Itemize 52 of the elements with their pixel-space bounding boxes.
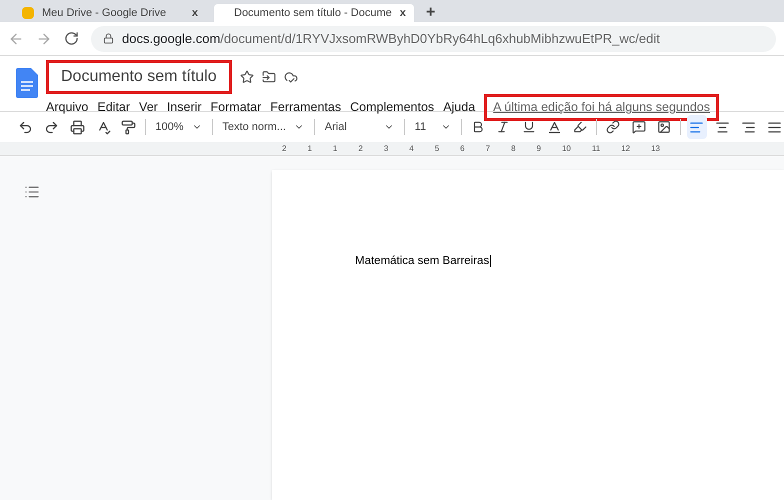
document-title[interactable]: Documento sem título — [46, 60, 232, 94]
ruler-number: 1 — [307, 142, 312, 154]
zoom-dropdown[interactable]: 100% — [151, 118, 206, 136]
align-icon — [689, 120, 704, 134]
address-bar[interactable]: docs.google.com/document/d/1RYVJxsomRWByhD0YbRy64hLq6xhubMibhzwuEtPR_wc/edit — [91, 26, 776, 52]
url-text: docs.google.com/document/d/1RYVJxsomRWByhD0YbRy64hLq6xhubMibhzwuEtPR_wc/edit — [122, 30, 660, 48]
lock-icon — [103, 33, 114, 44]
star-icon[interactable] — [240, 70, 254, 84]
ruler-number: 2 — [282, 142, 286, 154]
menu-item[interactable]: Inserir — [166, 98, 202, 117]
menu-item[interactable]: Ajuda — [443, 98, 476, 117]
font-size-dropdown[interactable]: 11 — [410, 118, 455, 136]
menu-item[interactable]: Ferramentas — [270, 98, 342, 117]
ruler-number: 6 — [460, 142, 465, 154]
ruler-number: 13 — [651, 142, 660, 154]
tab-close-button[interactable]: x — [400, 4, 406, 22]
ruler-number: 5 — [434, 142, 440, 154]
ruler-number: 3 — [384, 142, 388, 154]
last-edit-link[interactable]: A última edição foi há alguns segundos — [484, 94, 719, 121]
ruler-number: 10 — [562, 142, 571, 154]
ruler-number: 2 — [358, 142, 363, 154]
tab-title: Meu Drive - Google Drive — [42, 6, 168, 21]
docs-logo-icon[interactable] — [16, 68, 38, 98]
menu-item[interactable]: Arquivo — [46, 98, 88, 117]
document-text: Matemática sem Barreiras — [355, 255, 492, 267]
cloud-icon[interactable] — [284, 70, 298, 84]
align-icon — [740, 120, 756, 134]
document-page[interactable]: Matemática sem Barreiras — [272, 170, 784, 500]
ruler-number: 12 — [621, 142, 630, 154]
ruler-number: 8 — [511, 142, 516, 154]
tab-close-button[interactable]: x — [192, 4, 198, 22]
folder-icon[interactable] — [262, 70, 276, 84]
align-button[interactable] — [687, 115, 707, 139]
menu-item[interactable]: Ver — [139, 98, 158, 117]
ruler[interactable]: 2 1 1 2 3 4 5 6 7 8 9 10 11 12 13 — [0, 142, 784, 156]
outline-icon[interactable] — [24, 184, 40, 200]
tab-title: Documento sem título - Docume — [234, 6, 392, 21]
ruler-number: 11 — [592, 142, 600, 154]
new-tab-button[interactable]: + — [418, 4, 444, 22]
ruler-number: 9 — [536, 142, 541, 154]
ruler-number: 4 — [409, 142, 414, 154]
menu-item[interactable]: Complementos — [350, 98, 434, 117]
menu-item[interactable]: Editar — [97, 98, 130, 117]
style-dropdown[interactable]: Texto norm... — [218, 118, 308, 136]
reload-icon[interactable] — [64, 31, 79, 46]
align-icon — [766, 120, 782, 134]
ruler-number: 7 — [486, 142, 490, 154]
font-dropdown[interactable]: Arial — [320, 118, 398, 136]
ruler-number: 1 — [332, 142, 338, 154]
align-icon — [715, 120, 730, 134]
menu-item[interactable]: Formatar — [210, 98, 262, 117]
browser-tab[interactable]: Documento sem título - Docume x — [214, 4, 414, 22]
